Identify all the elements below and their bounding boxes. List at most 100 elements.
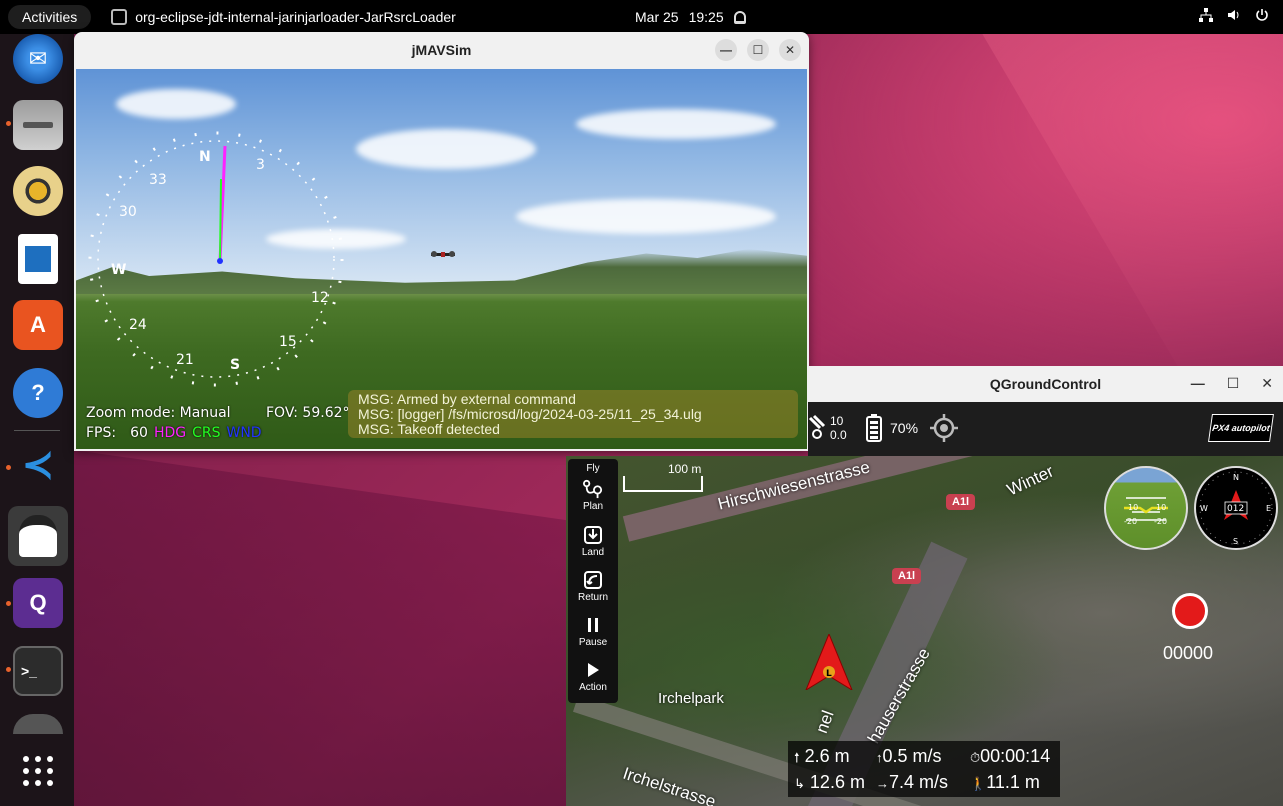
attitude-scale: 10 10 -20 -20 [1124, 497, 1168, 526]
land-label: Land [581, 547, 605, 558]
compass-n: N [1233, 473, 1239, 482]
message-line: MSG: Armed by external command [358, 391, 576, 407]
plan-label: Plan [582, 501, 603, 512]
fly-label-text: Fly [586, 463, 600, 474]
compass-n: N [199, 149, 211, 165]
return-button[interactable]: Return [568, 570, 618, 603]
power-icon [1256, 9, 1268, 21]
record-counter: 00000 [1163, 643, 1214, 663]
running-indicator [6, 121, 11, 126]
distance-value: 12.6 m [809, 772, 865, 792]
battery-percent: 70% [890, 420, 919, 436]
simulator-3d-view[interactable]: N 3 33 30 W 24 21 S 15 12 Zoom mode: Man… [76, 69, 807, 449]
altitude-value: 2.6 m [804, 746, 850, 766]
qgc-toolbar: 10 0.0 70% PX4 autopilot [808, 402, 1283, 456]
cloud [116, 89, 236, 119]
help-icon[interactable]: ? [13, 368, 63, 418]
compass-3: 3 [256, 157, 265, 173]
fly-label: Fly [568, 463, 618, 474]
clock[interactable]: Mar 25 19:25 [635, 9, 746, 25]
maximize-button[interactable]: ☐ [1227, 375, 1240, 392]
clock-time: 19:25 [688, 9, 724, 25]
play-icon [583, 660, 603, 680]
legend-crs: CRS [192, 425, 221, 441]
terminal-icon[interactable]: >_ [13, 646, 63, 696]
vscode-icon[interactable]: ≺ [13, 440, 63, 490]
message-line: MSG: [logger] /fs/microsd/log/2024-03-25… [358, 406, 702, 422]
activities-button[interactable]: Activities [8, 5, 92, 29]
px4-logo-text: PX4 autopilot [1211, 423, 1271, 433]
land-button[interactable]: Land [568, 525, 618, 558]
ground-speed-icon: → [876, 776, 889, 791]
rhythmbox-icon[interactable] [13, 166, 63, 216]
compass-30: 30 [119, 204, 137, 220]
hud-legend: FPS: 60 HDG CRS WND [86, 425, 262, 441]
map-scale-label: 100 m [668, 462, 702, 476]
vehicle-marker-label: L [826, 669, 832, 679]
fps-value: 60 [130, 425, 148, 441]
home-distance-value: 11.1 m [986, 772, 1040, 792]
volume-icon [1228, 10, 1239, 20]
record-button[interactable] [1172, 593, 1208, 629]
gps-target-icon[interactable] [930, 414, 958, 442]
thunderbird-icon[interactable]: ✉ [13, 34, 63, 84]
bell-icon [733, 10, 746, 24]
plan-button[interactable]: Plan [568, 479, 618, 512]
hdop-value: 0.0 [830, 428, 847, 442]
fps-label: FPS: [86, 425, 117, 441]
action-button[interactable]: Action [568, 660, 618, 693]
qgroundcontrol-icon[interactable]: Q [13, 578, 63, 628]
pause-icon [583, 615, 603, 635]
running-indicator [6, 465, 11, 470]
compass-21: 21 [176, 352, 194, 368]
fov: FOV: 59.62° [266, 405, 350, 421]
maximize-button[interactable]: ☐ [747, 39, 769, 61]
compass-dial: 012 N E S W [1199, 471, 1273, 546]
drone-model [431, 251, 455, 257]
files-icon[interactable] [13, 100, 63, 150]
libreoffice-writer-icon[interactable] [18, 234, 58, 284]
highway-sign: A1l [946, 494, 976, 510]
pause-button[interactable]: Pause [568, 615, 618, 648]
message-log: MSG: Armed by external command MSG: [log… [348, 390, 798, 438]
legend-wnd: WND [226, 425, 262, 441]
minimize-button[interactable]: — [715, 39, 737, 61]
zoom-mode: Zoom mode: Manual [86, 405, 231, 421]
flight-time-value: 00:00:14 [980, 746, 1051, 766]
top-bar: Activities org-eclipse-jdt-internal-jari… [0, 0, 1283, 34]
network-icon [1199, 8, 1213, 22]
system-tray[interactable] [1199, 8, 1269, 22]
battery-icon[interactable] [866, 414, 882, 442]
java-icon[interactable] [8, 506, 68, 566]
legend-hdg: HDG [153, 425, 187, 441]
wallpaper-shape [980, 30, 1283, 370]
java-app-icon [111, 9, 128, 25]
partially-hidden-app-icon[interactable] [13, 714, 63, 734]
cloud [516, 199, 776, 234]
app-menu[interactable]: org-eclipse-jdt-internal-jarinjarloader-… [111, 9, 456, 25]
wind-indicator [217, 258, 223, 264]
app-grid-icon[interactable] [13, 746, 63, 796]
ground-speed-value: 7.4 m/s [889, 772, 949, 792]
app-center-icon[interactable]: A [13, 300, 63, 350]
compass-w: W [1200, 504, 1208, 513]
fly-toolbar: Fly Plan Land Return Pause Action [568, 459, 618, 703]
park-label: Irchelpark [658, 690, 724, 707]
close-button[interactable]: ✕ [779, 39, 801, 61]
close-button[interactable]: ✕ [1261, 375, 1273, 392]
minimize-button[interactable]: — [1191, 375, 1205, 392]
vehicle-arrow-icon[interactable]: L [804, 634, 854, 690]
compass-e: E [1266, 504, 1271, 513]
compass-15: 15 [279, 334, 297, 350]
home-distance-icon: 🚶 [970, 776, 987, 791]
compass-heading: 012 [1227, 504, 1244, 514]
compass-s: S [230, 357, 240, 373]
wallpaper-shape [74, 450, 574, 806]
attitude-indicator: 10 10 -20 -20 [1104, 466, 1188, 550]
window-titlebar[interactable]: QGroundControl — ☐ ✕ [808, 366, 1283, 402]
compass-33: 33 [149, 172, 167, 188]
dock: ✉ A ? ≺ Q >_ [0, 34, 74, 806]
pitch-label: 10 [1156, 503, 1166, 512]
window-titlebar[interactable]: jMAVSim — ☐ ✕ [74, 32, 809, 68]
pitch-label: -20 [1154, 517, 1167, 526]
